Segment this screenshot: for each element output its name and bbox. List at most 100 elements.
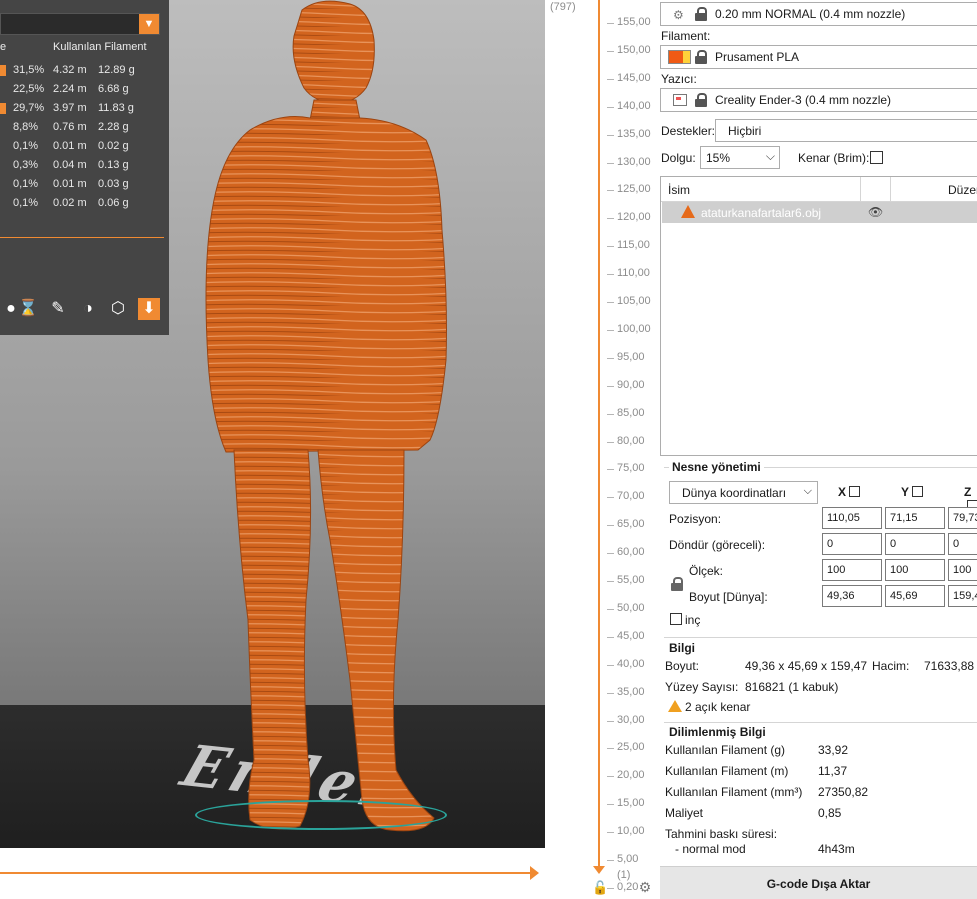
layer-tick-label: 95,00 — [617, 350, 645, 363]
column-edit[interactable]: Düzen — [948, 183, 977, 197]
layer-tick-label: 5,00 — [617, 853, 639, 865]
view-type-combo[interactable]: ▼ — [0, 13, 160, 35]
scale-z-input[interactable]: 100 — [948, 559, 977, 581]
layer-tick-label: 55,00 — [617, 574, 645, 586]
legend-length: 0.02 m — [53, 197, 87, 209]
legend-header: e Kullanılan Filament — [0, 41, 169, 55]
size-y-input[interactable]: 45,69 — [885, 585, 945, 607]
chevron-down-icon[interactable]: ▼ — [139, 14, 159, 34]
print-profile-value: 0.20 mm NORMAL (0.4 mm nozzle) — [715, 7, 906, 21]
layer-tick-label: 150,00 — [617, 43, 651, 56]
supports-select[interactable]: Hiçbiri — [715, 119, 977, 142]
layer-tick-mark — [607, 302, 614, 303]
sliced-row-label: Kullanılan Filament (g) — [665, 743, 786, 757]
rotate-z-input[interactable]: 0 — [948, 533, 977, 555]
chevron-down-icon[interactable]: ⌵ — [766, 149, 775, 164]
horizontal-slider-thumb[interactable] — [530, 866, 539, 880]
column-name[interactable]: İsim — [668, 183, 690, 197]
infill-select[interactable]: 15% ⌵ — [700, 146, 780, 169]
layer-tick-label: 35,00 — [617, 685, 645, 698]
legend-row: 0,1% 0.01 m 0.02 g — [0, 138, 169, 157]
layer-slider[interactable]: (797) 155,00 150,00 145,00 140,00 135,00 130,… — [545, 0, 660, 899]
size-z-input[interactable]: 159,47 — [948, 585, 977, 607]
object-list[interactable]: İsim Düzen ataturkanafartalar6.obj 👁 — [660, 176, 977, 456]
layer-tick-label: 75,00 — [617, 462, 645, 475]
brim-checkbox[interactable] — [870, 151, 883, 164]
layer-tick-mark — [607, 887, 614, 889]
model-footprint-outline — [195, 800, 447, 830]
legend-color-swatch — [0, 103, 6, 114]
legend-row: 8,8% 0.76 m 2.28 g — [0, 119, 169, 138]
layer-tick-label: 125,00 — [617, 183, 651, 196]
legend-color-swatch — [0, 160, 6, 171]
settings-panel: ⚙ 0.20 mm NORMAL (0.4 mm nozzle) Filamen… — [660, 0, 977, 899]
legend-weight: 0.13 g — [98, 159, 129, 171]
horizontal-move-slider[interactable] — [0, 872, 536, 874]
gear-icon[interactable]: ⚙ — [637, 879, 653, 895]
info-volume-value: 71633,88 — [924, 659, 975, 673]
printer-icon — [673, 94, 687, 106]
drop-to-bed-icon[interactable] — [912, 486, 924, 497]
object-list-header: İsim Düzen — [661, 177, 977, 202]
legend-color-swatch — [0, 198, 6, 209]
layer-tick-label: 45,00 — [617, 629, 645, 642]
unlock-icon[interactable]: 🔓 — [592, 880, 608, 896]
layer-tick-mark — [607, 720, 614, 722]
layer-tick-label: 105,00 — [617, 295, 651, 307]
legend-row: 0,1% 0.02 m 0.06 g — [0, 195, 169, 214]
rotate-y-input[interactable]: 0 — [885, 533, 945, 555]
filament-select[interactable]: Prusament PLA — [660, 45, 977, 69]
lock-icon — [695, 50, 707, 64]
layer-slider-lower-thumb[interactable] — [593, 866, 605, 874]
object-row[interactable]: ataturkanafartalar6.obj 👁 — [662, 202, 977, 223]
eye-icon[interactable]: 👁 — [868, 205, 883, 219]
lock-icon[interactable] — [671, 577, 683, 591]
filament-color-primary — [669, 51, 683, 63]
size-label: Boyut [Dünya]: — [689, 590, 768, 604]
center-of-gravity-icon[interactable]: ◑ — [77, 298, 99, 320]
layer-tick-label: 120,00 — [617, 211, 651, 224]
cube-icon[interactable]: ⬡ — [107, 298, 129, 320]
printer-select[interactable]: Creality Ender-3 (0.4 mm nozzle) — [660, 88, 977, 112]
legend-length: 0.01 m — [53, 140, 87, 152]
legend-percent: 22,5% — [13, 83, 45, 95]
layer-slider-track[interactable] — [598, 0, 600, 870]
filament-color-swatch[interactable] — [668, 50, 691, 64]
legend-weight: 12.89 g — [98, 64, 135, 76]
size-x-input[interactable]: 49,36 — [822, 585, 882, 607]
sliced-model-preview[interactable] — [190, 0, 470, 835]
object-manipulation-title: Nesne yönetimi — [669, 460, 764, 474]
position-x-input[interactable]: 110,05 — [822, 507, 882, 529]
legend-header-used-filament: Kullanılan Filament — [53, 41, 147, 53]
rotate-x-input[interactable]: 0 — [822, 533, 882, 555]
export-gcode-button[interactable]: G-code Dışa Aktar — [660, 866, 977, 899]
layer-tick-mark — [607, 441, 614, 443]
legend-weight: 11.83 g — [98, 102, 134, 114]
sliced-row-value: 0,85 — [818, 806, 842, 820]
print-profile-select[interactable]: ⚙ 0.20 mm NORMAL (0.4 mm nozzle) — [660, 2, 977, 26]
drop-to-bed-icon[interactable] — [849, 486, 861, 497]
lock-icon — [695, 93, 707, 107]
pencil-icon[interactable]: ✎ — [47, 298, 69, 320]
export-down-icon[interactable]: ⬇ — [138, 298, 160, 320]
supports-value: Hiçbiri — [728, 124, 762, 138]
3d-viewport[interactable]: Ender 462504 ▼ e — [0, 0, 545, 848]
printer-value: Creality Ender-3 (0.4 mm nozzle) — [715, 93, 892, 107]
layer-tick-label: 65,00 — [617, 518, 645, 531]
layer-tick-label: 90,00 — [617, 378, 645, 391]
hourglass-icon[interactable]: ⌛ — [17, 298, 39, 320]
warning-icon[interactable] — [681, 205, 695, 218]
legend-row: 0,1% 0.01 m 0.03 g — [0, 176, 169, 195]
position-z-input[interactable]: 79,73 — [948, 507, 977, 529]
layer-tick-mark — [607, 804, 614, 806]
chevron-down-icon[interactable]: ⌵ — [804, 485, 812, 498]
scale-x-input[interactable]: 100 — [822, 559, 882, 581]
inch-checkbox[interactable] — [670, 613, 682, 625]
object-name[interactable]: ataturkanafartalar6.obj — [701, 206, 821, 220]
layer-tick-mark — [607, 664, 614, 666]
legend-length: 0.01 m — [53, 178, 87, 190]
scale-y-input[interactable]: 100 — [885, 559, 945, 581]
position-y-input[interactable]: 71,15 — [885, 507, 945, 529]
coordinate-system-select[interactable]: Dünya koordinatları ⌵ — [669, 481, 818, 504]
layer-tick-label: 80,00 — [617, 434, 645, 447]
